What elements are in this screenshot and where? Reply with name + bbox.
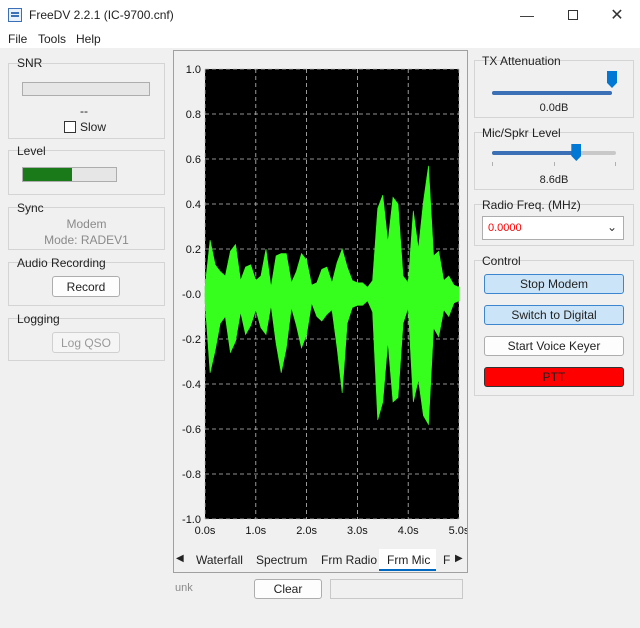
mic-spkr-level-label: Mic/Spkr Level	[482, 126, 561, 140]
y-tick-label: 0.6	[186, 154, 201, 166]
x-tick-label: 3.0s	[347, 525, 368, 537]
clear-button[interactable]: Clear	[254, 579, 322, 599]
sync-status-mode: Mode: RADEV1	[44, 233, 129, 247]
switch-to-digital-button[interactable]: Switch to Digital	[484, 305, 624, 325]
snr-bar	[22, 82, 150, 96]
y-tick-label: 0.8	[186, 109, 201, 121]
snr-label: SNR	[17, 56, 43, 70]
tx-attenuation-value: 0.0dB	[539, 102, 569, 114]
sync-label: Sync	[17, 201, 44, 215]
y-tick-label: -0.2	[182, 334, 201, 346]
tx-attenuation-label: TX Attenuation	[482, 54, 561, 68]
window-title: FreeDV 2.2.1 (IC-9700.cnf)	[29, 8, 174, 22]
tab-spectrum[interactable]: Spectrum	[256, 553, 307, 567]
log-qso-button[interactable]: Log QSO	[52, 332, 120, 353]
tab-frm-radio[interactable]: Frm Radio	[321, 553, 377, 567]
y-tick-label: -0.0	[182, 289, 201, 301]
tab-scroll-left-button[interactable]: ◀	[176, 553, 184, 564]
bottom-progress-bar	[330, 579, 463, 599]
x-tick-label: 5.0s	[449, 525, 467, 537]
mic-tick	[615, 162, 616, 166]
y-tick-label: 0.2	[186, 244, 201, 256]
start-voice-keyer-button[interactable]: Start Voice Keyer	[484, 336, 624, 356]
audio-waveform-chart: 1.00.80.60.40.2-0.0-0.2-0.4-0.6-0.8-1.0 …	[182, 64, 467, 537]
ptt-button[interactable]: PTT	[484, 367, 624, 387]
tab-frm-mic[interactable]: Frm Mic	[387, 553, 430, 567]
maximize-button[interactable]	[550, 0, 596, 30]
mic-tick	[554, 162, 555, 166]
level-label: Level	[17, 144, 46, 158]
mic-spkr-level-slider-fill	[492, 151, 577, 155]
y-tick-label: 1.0	[186, 64, 201, 76]
tab-scroll-right-button[interactable]: ▶	[455, 553, 463, 564]
slow-checkbox[interactable]	[64, 121, 76, 133]
tx-attenuation-slider[interactable]	[492, 91, 612, 95]
menu-file[interactable]: File	[8, 32, 27, 46]
x-tick-label: 2.0s	[296, 525, 317, 537]
status-text: unk	[175, 582, 193, 594]
audio-recording-label: Audio Recording	[17, 256, 106, 270]
y-tick-label: -0.4	[182, 379, 201, 391]
y-tick-label: -0.8	[182, 469, 201, 481]
radio-freq-value: 0.0000	[488, 222, 522, 234]
radio-freq-label: Radio Freq. (MHz)	[482, 198, 581, 212]
y-tick-label: 0.4	[186, 199, 201, 211]
tx-attenuation-slider-fill	[492, 91, 612, 95]
app-icon	[8, 8, 22, 22]
level-bar	[22, 167, 117, 182]
close-icon: ✕	[610, 7, 624, 24]
close-button[interactable]: ✕	[594, 0, 640, 30]
minimize-button[interactable]: —	[504, 0, 550, 30]
x-tick-label: 0.0s	[195, 525, 216, 537]
mic-spkr-level-value: 8.6dB	[539, 174, 569, 186]
x-tick-label: 1.0s	[245, 525, 266, 537]
maximize-icon	[568, 10, 578, 20]
x-tick-label: 4.0s	[398, 525, 419, 537]
tab-waterfall[interactable]: Waterfall	[196, 553, 243, 567]
control-label: Control	[482, 254, 521, 268]
snr-value: --	[80, 104, 88, 118]
level-bar-fill	[23, 168, 73, 181]
y-tick-label: -0.6	[182, 424, 201, 436]
menu-tools[interactable]: Tools	[38, 32, 66, 46]
mic-tick	[492, 162, 493, 166]
radio-freq-select[interactable]: 0.0000 ⌄	[482, 216, 624, 240]
tab-f[interactable]: F	[443, 553, 450, 567]
slow-checkbox-label: Slow	[80, 120, 107, 134]
logging-label: Logging	[17, 312, 60, 326]
minimize-icon: —	[520, 7, 534, 23]
menu-help[interactable]: Help	[76, 32, 101, 46]
record-button[interactable]: Record	[52, 276, 120, 297]
sync-status-modem: Modem	[66, 217, 107, 231]
mic-spkr-level-slider[interactable]	[492, 151, 616, 155]
stop-modem-button[interactable]: Stop Modem	[484, 274, 624, 294]
chevron-down-icon: ⌄	[606, 220, 617, 234]
